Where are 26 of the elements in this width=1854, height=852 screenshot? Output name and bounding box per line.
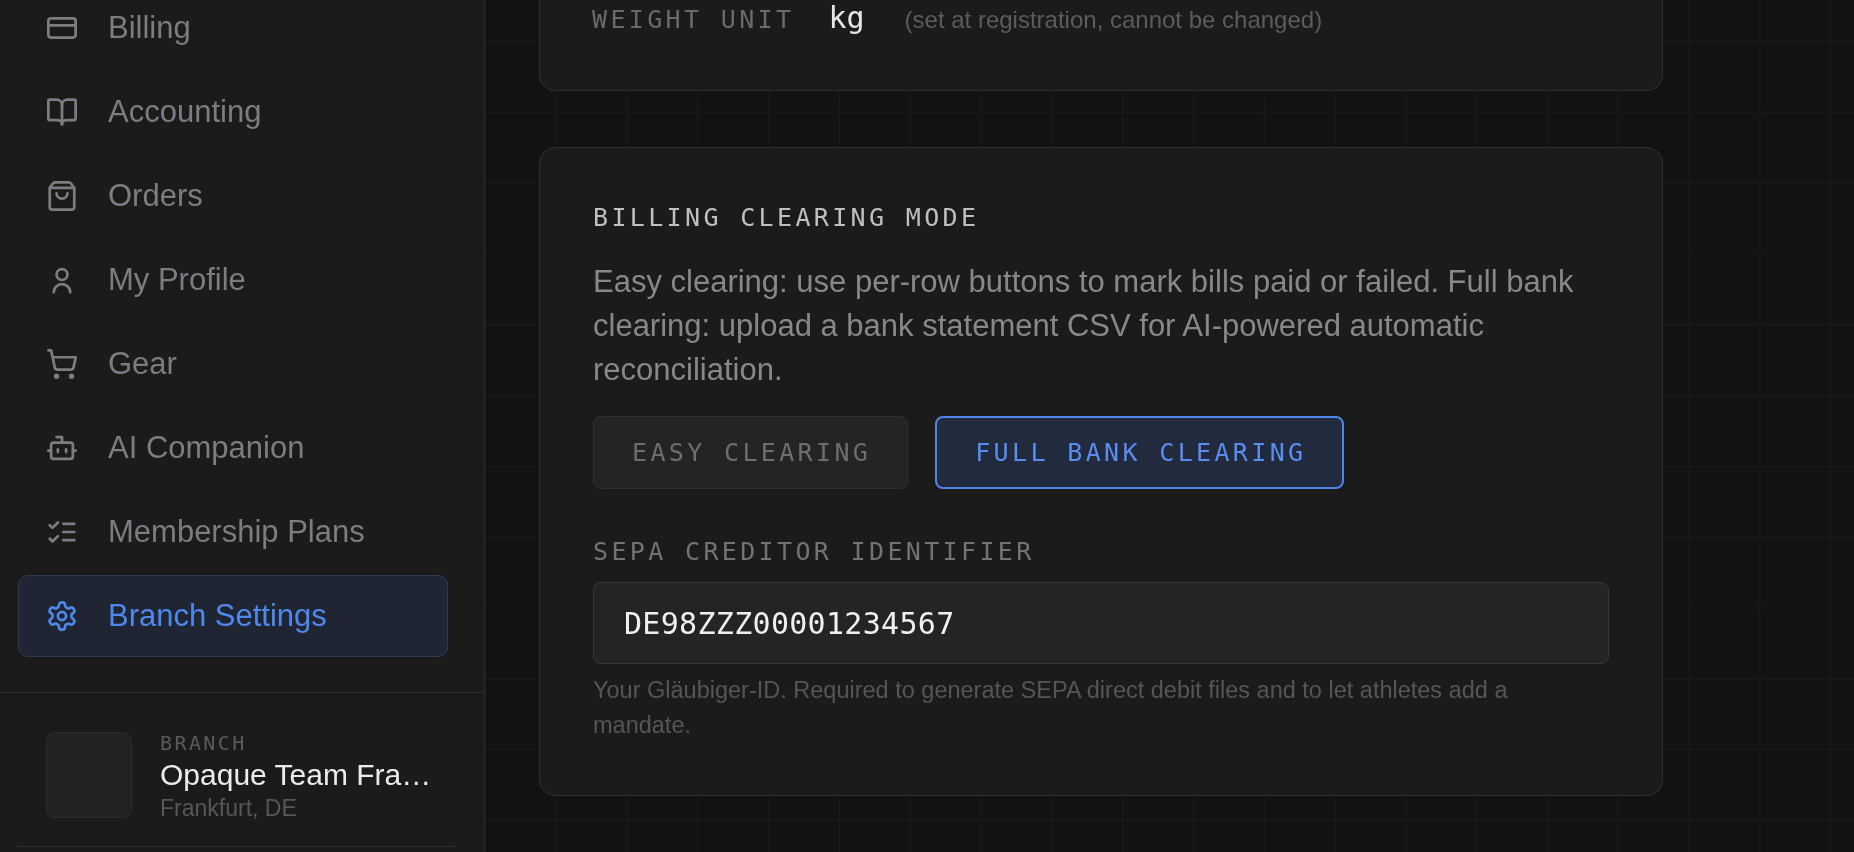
branch-name: Opaque Team Fra…: [160, 757, 432, 793]
branch-label: BRANCH: [160, 732, 248, 754]
branch-location: Frankfurt, DE: [160, 794, 298, 822]
sidebar-item[interactable]: AI Companion: [18, 420, 448, 476]
book-icon: [47, 97, 77, 127]
cart-icon: [47, 349, 77, 379]
field-hint: Your Gläubiger-ID. Required to generate SEPA direct debit files and to let athletes add a mandate.: [593, 676, 1509, 740]
sidebar-item[interactable]: Membership Plans: [18, 504, 448, 560]
field-label: SEPA CREDITOR IDENTIFIER: [593, 537, 1035, 567]
sidebar-item[interactable]: Accounting: [18, 84, 448, 140]
section-description: Easy clearing: use per-row buttons to mark bills paid or failed. Full bank clearing: upload a bank statement CSV for AI-powered automatic reconciliation.: [593, 263, 1575, 389]
sidebar-item[interactable]: Branch Settings: [18, 575, 448, 657]
creditor-id-field[interactable]: DE98ZZZ00001234567: [593, 582, 1609, 664]
weight-unit-value: kg: [828, 0, 865, 35]
clearing-mode-button[interactable]: EASY CLEARING: [593, 416, 909, 489]
weight-unit-label: WEIGHT UNIT: [592, 5, 795, 35]
sidebar-item[interactable]: Billing: [18, 0, 448, 56]
clearing-mode-button[interactable]: FULL BANK CLEARING: [935, 416, 1345, 489]
sidebar-item[interactable]: Gear: [18, 336, 448, 392]
sidebar-item[interactable]: Orders: [18, 168, 448, 224]
sidebar-item[interactable]: My Profile: [18, 252, 448, 308]
robot-icon: [47, 433, 77, 463]
settings-icon: [47, 601, 77, 631]
section-title: BILLING CLEARING MODE: [593, 203, 980, 233]
weight-unit-note: (set at registration, cannot be changed): [904, 6, 1323, 34]
shopping-bag-icon: [47, 181, 77, 211]
